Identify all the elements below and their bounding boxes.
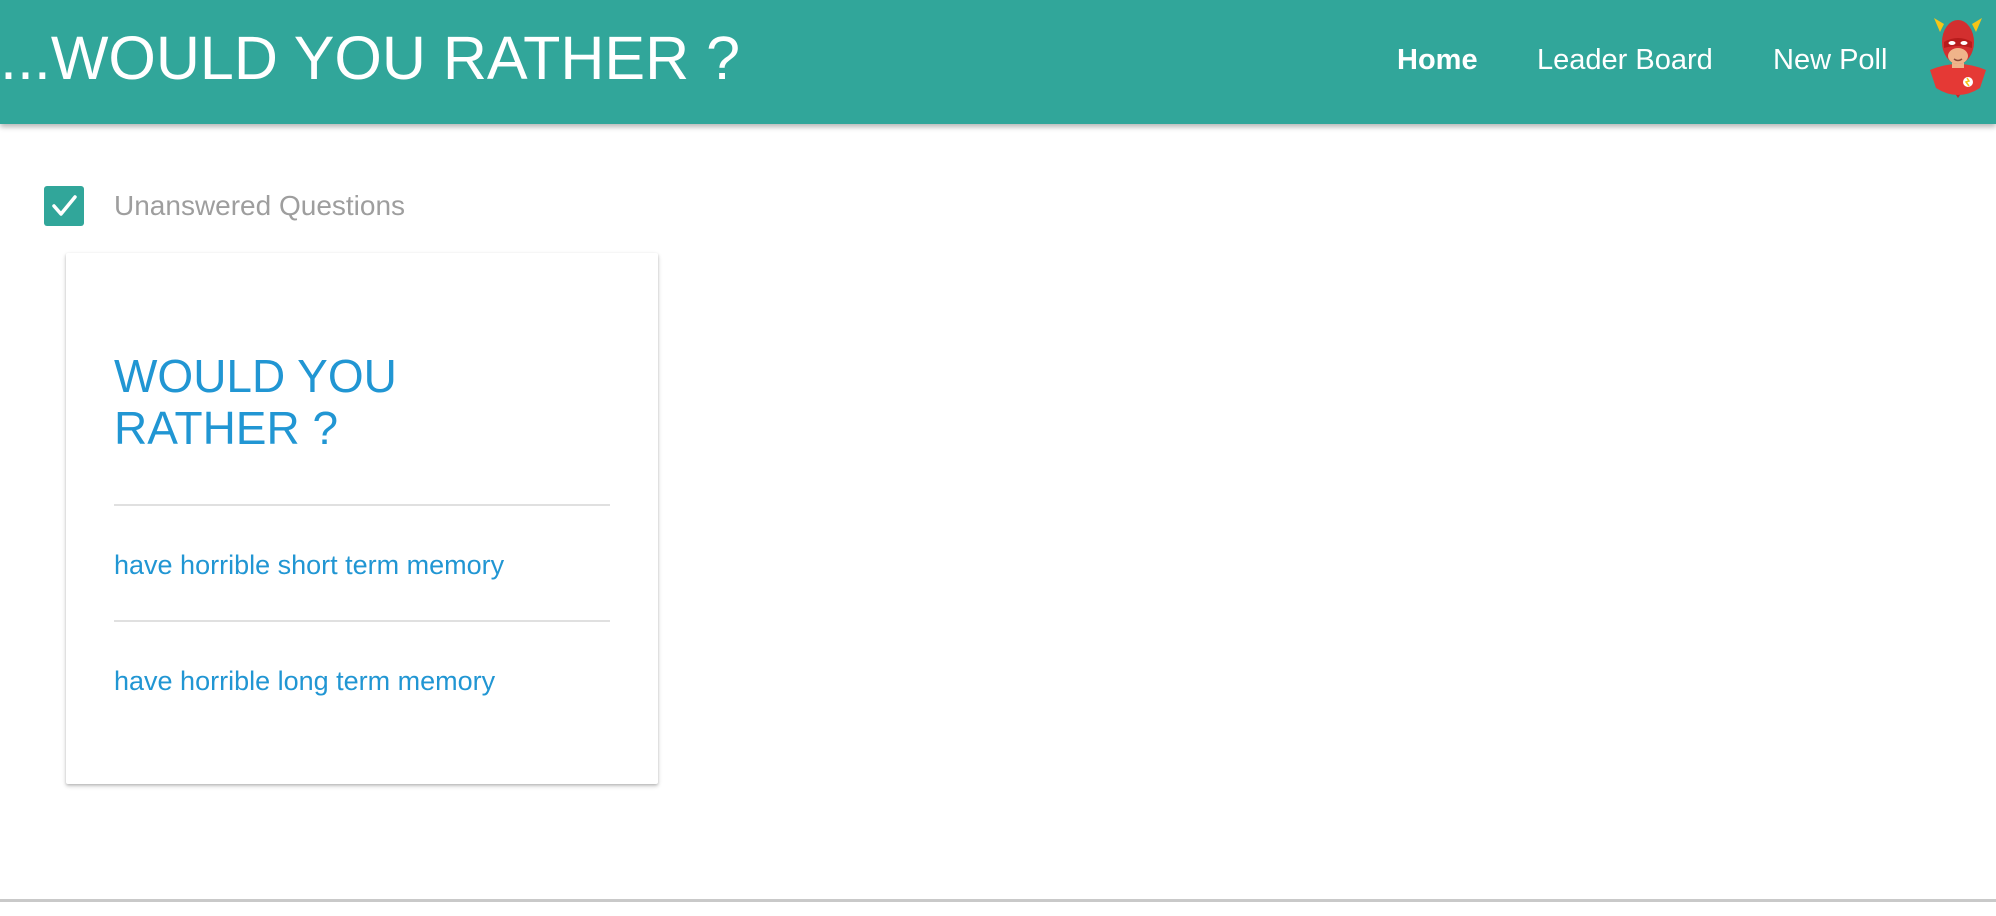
nav-leader-board-link[interactable]: Leader Board — [1537, 42, 1713, 78]
top-navbar: ...WOULD YOU RATHER ? Home Leader Board … — [0, 0, 1996, 124]
divider — [114, 504, 610, 506]
question-card[interactable]: WOULD YOU RATHER ? have horrible short t… — [66, 253, 658, 784]
question-card-title: WOULD YOU RATHER ? — [114, 350, 397, 454]
unanswered-checkbox-label[interactable]: Unanswered Questions — [114, 188, 405, 224]
page-bottom-divider — [0, 899, 1996, 902]
superhero-avatar-icon[interactable] — [1928, 12, 1988, 98]
checkmark-icon — [52, 195, 77, 216]
question-option-two[interactable]: have horrible long term memory — [114, 664, 495, 698]
nav-new-poll-link[interactable]: New Poll — [1773, 42, 1887, 78]
divider — [114, 620, 610, 622]
nav-home-link[interactable]: Home — [1397, 42, 1478, 78]
unanswered-checkbox[interactable] — [44, 186, 84, 226]
app-title: ...WOULD YOU RATHER ? — [0, 24, 741, 92]
question-option-one[interactable]: have horrible short term memory — [114, 548, 504, 582]
